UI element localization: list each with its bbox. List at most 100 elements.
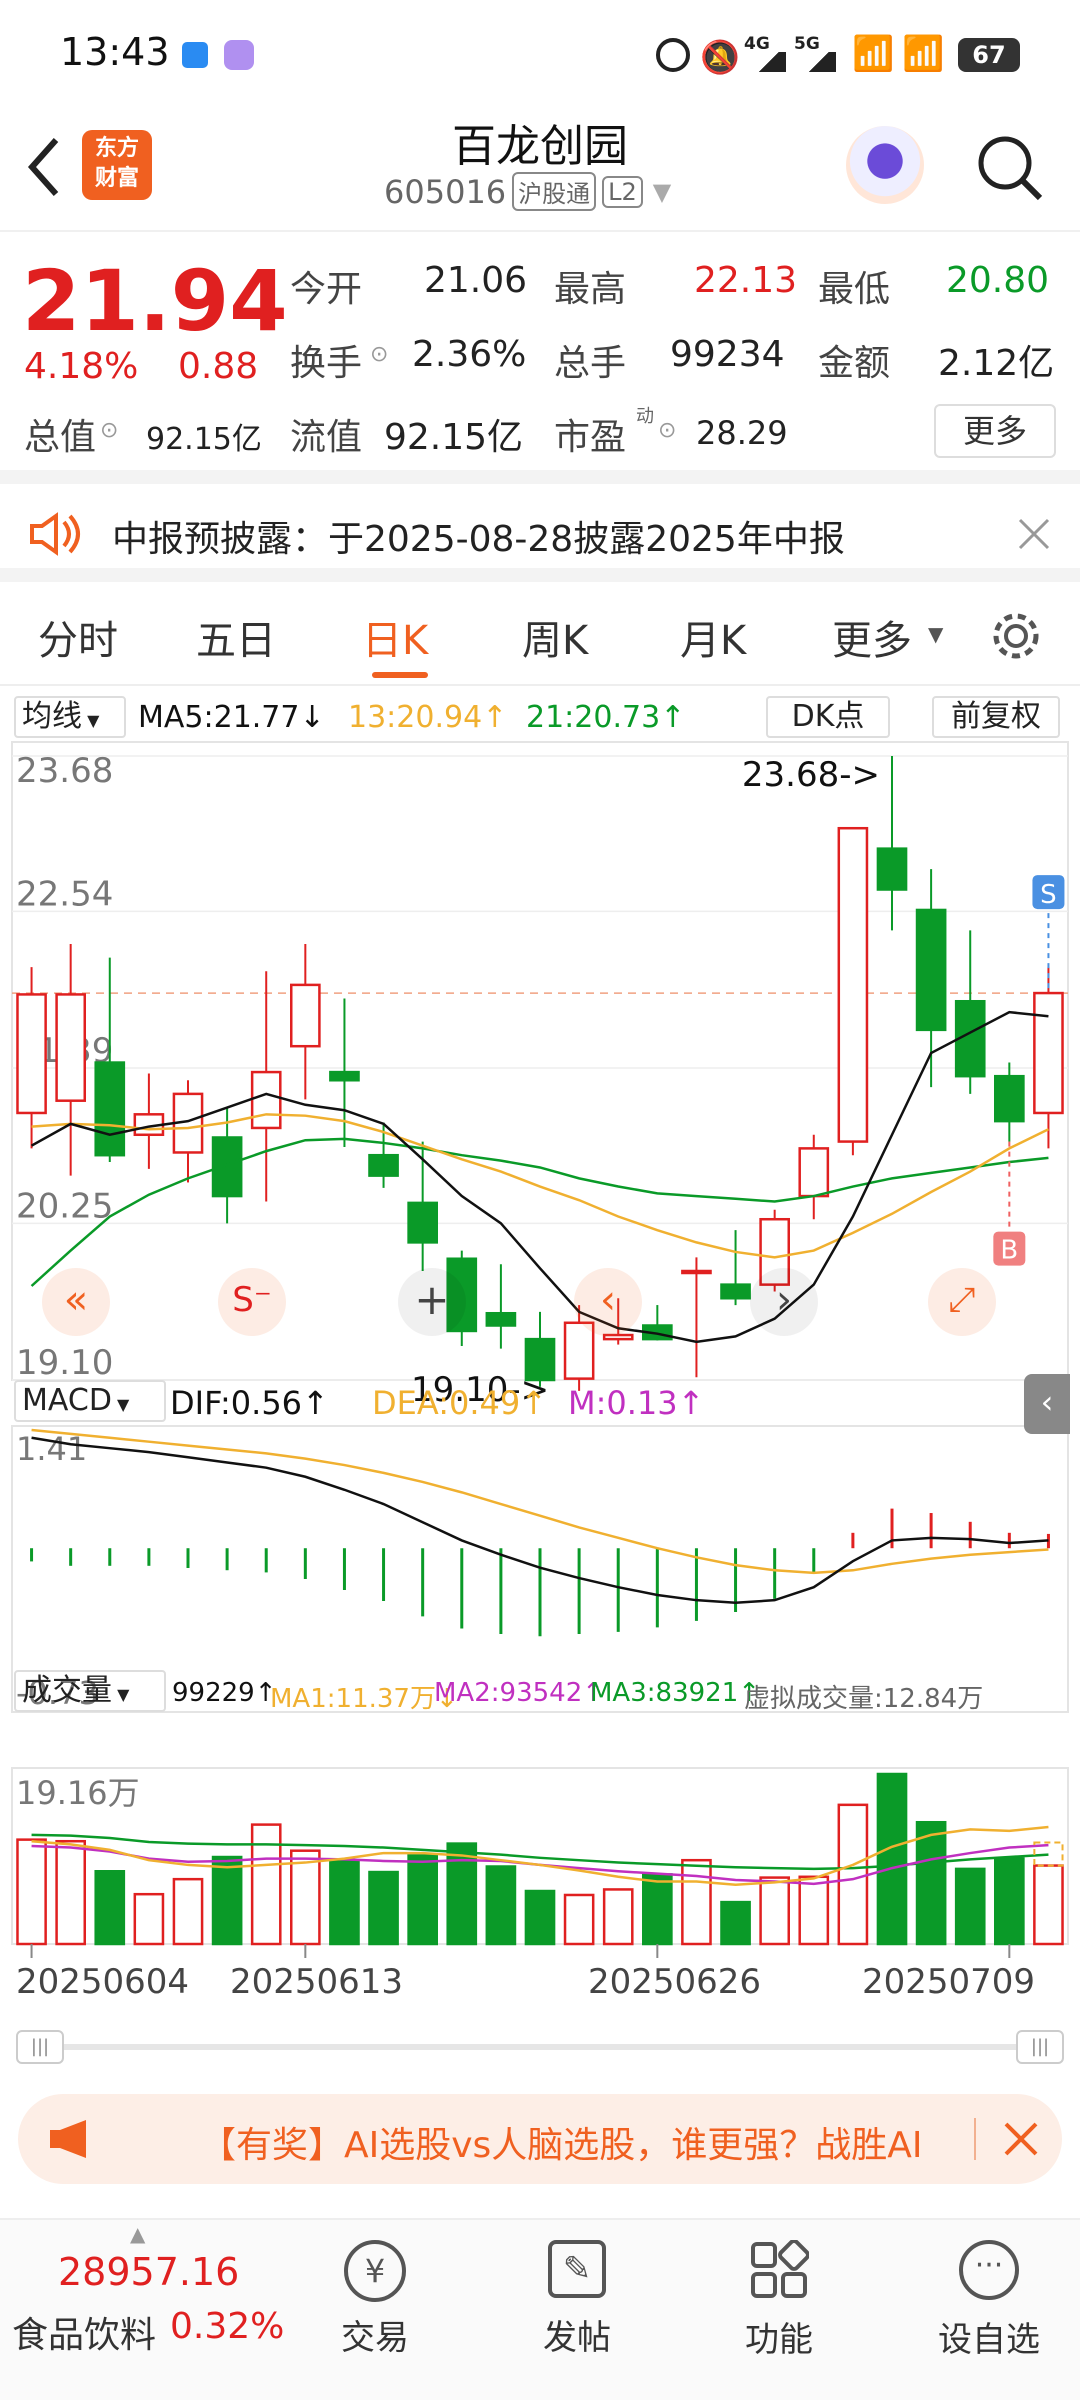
divider — [974, 2118, 976, 2160]
quote-panel: 21.94 4.18% 0.88 总值 ⊙ 92.15亿 今开 21.06 最高… — [0, 230, 1080, 466]
zoom-in-button[interactable]: + — [398, 1268, 466, 1336]
volume-bar — [446, 1842, 478, 1946]
ma-selector[interactable]: 均线 ▼ — [14, 696, 126, 738]
notice-bar[interactable]: 中报预披露：于2025-08-28披露2025年中报 — [0, 470, 1080, 582]
y-tick-label: 19.10 — [16, 1343, 113, 1383]
info-icon[interactable]: ⊙ — [370, 342, 388, 367]
signal-bars-icon — [752, 52, 786, 72]
volume-bar — [172, 1877, 204, 1946]
more-button[interactable]: 更多 — [934, 404, 1056, 458]
index-value: 28957.16 — [58, 2250, 240, 2294]
signal-button[interactable]: S⁻ — [218, 1268, 286, 1336]
pe-label: 市盈 — [554, 417, 627, 458]
volume-bar — [720, 1900, 751, 1946]
volume-selector[interactable]: 成交量 ▼ — [14, 1670, 166, 1712]
date-label: 20250604 — [16, 1962, 190, 2002]
caret-up-icon[interactable]: ▲ — [130, 2222, 145, 2246]
index-name[interactable]: 食品饮料 — [12, 2306, 156, 2358]
signal-4g-icon: 4G — [744, 34, 770, 54]
volume-bar — [290, 1849, 321, 1946]
edit-icon: ✎ — [548, 2240, 606, 2298]
caret-down-icon[interactable]: ▼ — [653, 178, 671, 206]
turnover-value: 2.36% — [412, 334, 527, 375]
add-watchlist-button[interactable]: ··· 设自选 — [924, 2240, 1054, 2361]
candle — [368, 1153, 399, 1177]
sell-marker-label: S — [1040, 880, 1057, 910]
scroll-left-button[interactable]: « — [42, 1268, 110, 1336]
l2-badge: L2 — [602, 175, 643, 208]
megaphone-icon — [50, 2120, 86, 2158]
adjust-button[interactable]: 前复权 — [932, 696, 1060, 738]
y-tick-label: 23.68 — [16, 751, 113, 791]
vol-ma2-legend: MA2:93542↑ — [434, 1678, 605, 1708]
post-button[interactable]: ✎ 发帖 — [522, 2240, 632, 2359]
close-icon[interactable] — [1018, 518, 1050, 550]
amount-value: 2.12亿 — [938, 343, 1055, 384]
search-icon[interactable] — [974, 132, 1046, 204]
volume-bar — [368, 1870, 399, 1946]
tab-monthly-k[interactable]: 月K — [680, 608, 746, 666]
fullscreen-icon[interactable]: ⤢ — [928, 1268, 996, 1336]
tab-weekly-k[interactable]: 周K — [522, 608, 588, 666]
prev-button[interactable]: ‹ — [574, 1268, 642, 1336]
signal-5g-icon: 5G — [794, 34, 820, 54]
function-button[interactable]: 功能 — [724, 2240, 834, 2361]
volume-bar — [211, 1855, 243, 1946]
open-label: 今开 — [290, 269, 363, 310]
stock-header: 东方 财富 百龙创园 605016 沪股通 L2 ▼ — [0, 110, 1080, 230]
tab-daily-k[interactable]: 日K — [362, 608, 428, 666]
promo-text: 【有奖】AI选股vs人脑选股，谁更强？战胜AI — [200, 2125, 923, 2166]
date-label: 20250613 — [230, 1962, 404, 2002]
close-icon[interactable] — [1004, 2122, 1038, 2156]
promo-banner[interactable]: 【有奖】AI选股vs人脑选股，谁更强？战胜AI — [18, 2094, 1062, 2184]
status-bar: 13:43 🔕 4G 5G 📶 📶 67 — [0, 0, 1080, 110]
high-label: 最高 — [554, 269, 627, 310]
candle — [211, 1136, 243, 1198]
dea-legend: DEA:0.49↑ — [372, 1384, 548, 1422]
tab-five-day[interactable]: 五日 — [196, 608, 276, 666]
macd-selector[interactable]: MACD ▼ — [14, 1380, 166, 1422]
caret-down-icon: ▼ — [928, 622, 944, 646]
wifi-icon: 📶 — [852, 34, 895, 74]
turnover-label: 换手 — [290, 343, 363, 384]
candle — [798, 1147, 830, 1198]
candle — [485, 1311, 517, 1327]
high-value: 22.13 — [694, 260, 798, 301]
bottom-toolbar: ▲ 28957.16 食品饮料 0.32% ¥ 交易 ✎ 发帖 功能 ··· 设… — [0, 2218, 1080, 2400]
active-tab-indicator — [372, 672, 428, 678]
battery-icon: 67 — [958, 38, 1020, 72]
candle — [94, 1061, 126, 1157]
volume-bar — [876, 1772, 908, 1946]
candle — [329, 1070, 360, 1082]
volume-value: 99234 — [670, 334, 785, 375]
range-handle-right[interactable]: ||| — [1016, 2030, 1064, 2064]
volume-bar — [915, 1820, 947, 1946]
dk-point-button[interactable]: DK点 — [766, 696, 890, 738]
dif-legend: DIF:0.56↑ — [170, 1384, 329, 1422]
volume-bar — [94, 1870, 126, 1946]
side-panel-toggle[interactable]: ‹ — [1024, 1374, 1070, 1434]
range-handle-left[interactable]: ||| — [16, 2030, 64, 2064]
grid-icon — [751, 2240, 809, 2298]
tab-more[interactable]: 更多 — [832, 608, 912, 666]
volume-bar — [16, 1838, 47, 1946]
buy-marker-label: B — [1000, 1236, 1018, 1266]
gear-icon[interactable] — [988, 608, 1044, 664]
kline-chart-area: 均线 ▼ MA5:21.77↓ 13:20.94↑ 21:20.73↑ DK点 … — [0, 690, 1080, 2064]
next-button[interactable]: › — [750, 1268, 818, 1336]
signal-bars-icon — [802, 52, 836, 72]
info-icon[interactable]: ⊙ — [658, 418, 676, 443]
volume-bar — [681, 1858, 712, 1946]
alarm-icon — [656, 38, 690, 72]
tab-intraday[interactable]: 分时 — [38, 608, 118, 666]
change-amount: 0.88 — [178, 346, 259, 387]
info-icon[interactable]: ⊙ — [100, 418, 118, 443]
volume-bar — [55, 1839, 86, 1946]
candle — [994, 1074, 1025, 1123]
volume-bar — [329, 1858, 360, 1946]
volume-bar — [837, 1803, 869, 1946]
range-scrollbar[interactable] — [18, 2044, 1062, 2050]
robot-avatar-icon[interactable] — [846, 126, 924, 204]
candle — [876, 847, 908, 891]
trade-button[interactable]: ¥ 交易 — [320, 2240, 430, 2359]
